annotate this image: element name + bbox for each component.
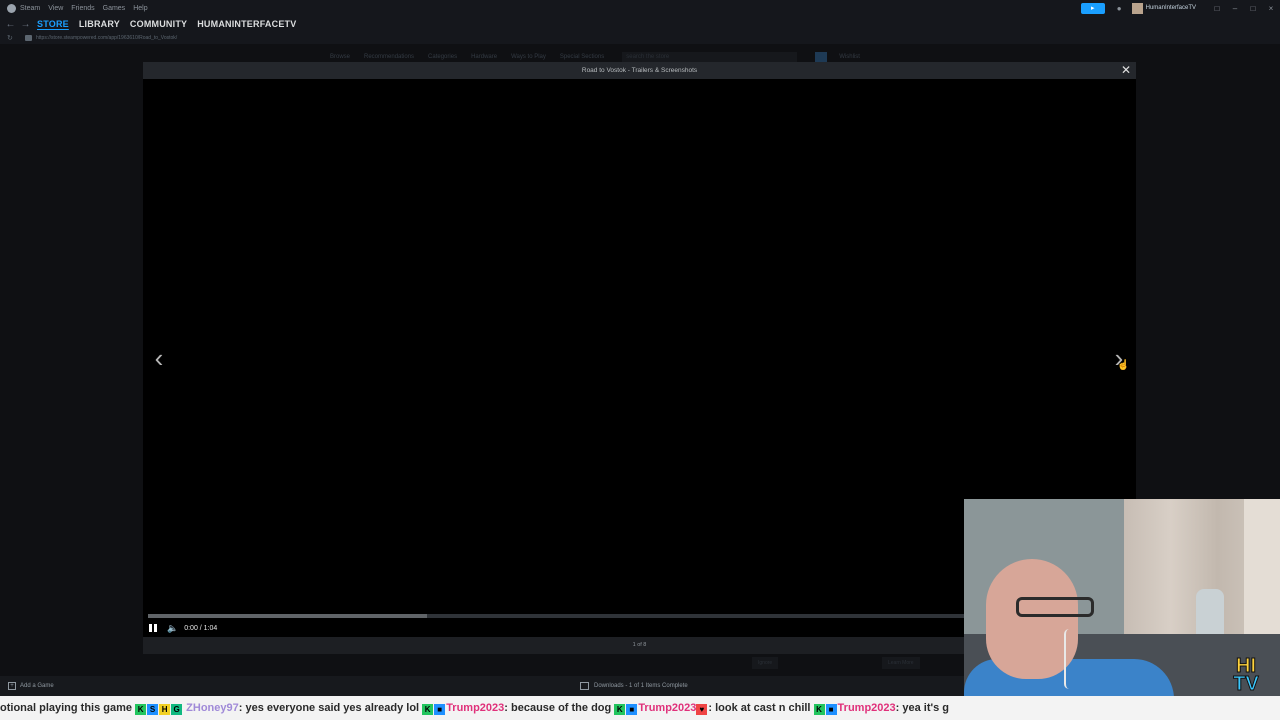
broadcast-button[interactable]: ▸	[1080, 2, 1105, 14]
emote-g-icon: G	[171, 704, 183, 715]
video-controls: 🔈 0:00 / 1:04	[148, 622, 217, 634]
add-game-button[interactable]: + Add a Game	[8, 676, 54, 696]
nav-bar: ← → STORE LIBRARY COMMUNITY HUMANINTERFA…	[0, 16, 1280, 32]
menubar-right: ▸ ● HumanInterfaceTV □ – □ ×	[1080, 0, 1280, 16]
volume-icon[interactable]: 🔈	[167, 623, 178, 634]
chat-username: ZHoney97	[186, 702, 239, 714]
video-time: 0:00 / 1:04	[184, 624, 218, 632]
video-progress-bar[interactable]	[148, 614, 968, 618]
maximize-icon[interactable]: □	[1244, 4, 1262, 13]
chat-message: : yea it's g	[895, 702, 949, 714]
url-bar: ↻ https://store.steampowered.com/app/196…	[0, 32, 1280, 44]
monitor-icon[interactable]: □	[1208, 4, 1226, 13]
menu-friends[interactable]: Friends	[71, 5, 94, 12]
username-dropdown[interactable]: HumanInterfaceTV	[1146, 5, 1196, 11]
ignore-button: Ignore	[752, 657, 779, 669]
webcam-overlay: HI TV	[964, 499, 1280, 696]
emote-k-icon: K	[813, 704, 825, 715]
store-nav-hardware: Hardware	[471, 54, 498, 60]
downloads-button[interactable]: Downloads - 1 of 1 Items Complete	[580, 676, 688, 696]
minimize-icon[interactable]: –	[1226, 4, 1244, 13]
tab-profile[interactable]: HUMANINTERFACETV	[197, 19, 296, 29]
modal-header: Road to Vostok - Trailers & Screenshots …	[143, 62, 1136, 79]
plus-icon: +	[8, 682, 16, 690]
emote-k-icon: K	[614, 704, 626, 715]
emote-k-icon: K	[422, 704, 434, 715]
chat-message: : look at cast n chill	[708, 702, 811, 714]
menu-view[interactable]: View	[48, 5, 63, 12]
media-pager: 1 of 8	[632, 642, 647, 648]
chevron-left-icon[interactable]: ‹	[149, 345, 169, 371]
emote-h-icon: H	[159, 704, 171, 715]
store-search-input: search the store	[622, 52, 798, 62]
tab-store[interactable]: STORE	[37, 19, 69, 29]
megaphone-icon: ▸	[1091, 5, 1095, 12]
menu-steam[interactable]: Steam	[20, 5, 40, 12]
close-icon[interactable]: ✕	[1119, 63, 1133, 77]
chat-username: Trump2023	[837, 702, 896, 714]
chat-username: Trump2023	[638, 702, 697, 714]
reload-icon[interactable]: ↻	[7, 34, 21, 42]
tab-library[interactable]: LIBRARY	[79, 19, 120, 29]
hitv-logo: HI TV	[1233, 655, 1260, 695]
emote-k-icon: K	[135, 704, 147, 715]
download-icon	[580, 682, 589, 690]
store-nav-recommendations: Recommendations	[364, 54, 415, 60]
learn-more-button: Learn More	[882, 657, 920, 669]
store-nav-categories: Categories	[428, 54, 458, 60]
close-icon[interactable]: ×	[1262, 4, 1280, 13]
menu-help[interactable]: Help	[133, 5, 147, 12]
chat-message: : because of the dog	[504, 702, 612, 714]
pause-icon[interactable]	[148, 623, 158, 633]
lock-icon	[25, 35, 32, 41]
hand-cursor-icon: ☝	[1117, 360, 1130, 371]
modal-title: Road to Vostok - Trailers & Screenshots	[581, 67, 698, 74]
steam-logo-icon	[7, 3, 16, 13]
chat-ticker: otional playing this game KSHG ZHoney97:…	[0, 696, 1280, 720]
emote-badge-icon: ■	[626, 704, 638, 715]
emote-heart-icon: ♥	[696, 704, 708, 715]
tab-community[interactable]: COMMUNITY	[130, 19, 187, 29]
menu-bar: Steam View Friends Games Help ▸ ● HumanI…	[0, 0, 1280, 16]
emote-badge-icon: ■	[434, 704, 446, 715]
ticker-text: otional playing this game	[0, 702, 133, 714]
headphone-wire	[1064, 629, 1074, 689]
wishlist-link: Wishlist	[839, 54, 860, 60]
store-nav-ways-to-play: Ways to Play	[511, 54, 546, 60]
store-nav-browse: Browse	[330, 54, 351, 60]
forward-arrow-icon[interactable]: →	[18, 19, 33, 30]
chat-message: : yes everyone said yes already lol	[238, 702, 420, 714]
bell-icon[interactable]: ●	[1117, 4, 1122, 13]
add-game-label: Add a Game	[20, 683, 54, 689]
steam-window: Steam View Friends Games Help ▸ ● HumanI…	[0, 0, 1280, 720]
downloads-label: Downloads - 1 of 1 Items Complete	[594, 683, 688, 689]
emote-badge-icon: ■	[825, 704, 837, 715]
avatar[interactable]	[1131, 2, 1143, 14]
url-text[interactable]: https://store.steampowered.com/app/19636…	[36, 35, 177, 41]
search-icon	[815, 51, 828, 63]
menu-games[interactable]: Games	[103, 5, 126, 12]
store-nav-special-sections: Special Sections	[559, 54, 605, 60]
emote-s-icon: S	[147, 704, 159, 715]
back-arrow-icon[interactable]: ←	[3, 19, 18, 30]
video-buffered	[148, 614, 427, 618]
chat-username: Trump2023	[446, 702, 505, 714]
